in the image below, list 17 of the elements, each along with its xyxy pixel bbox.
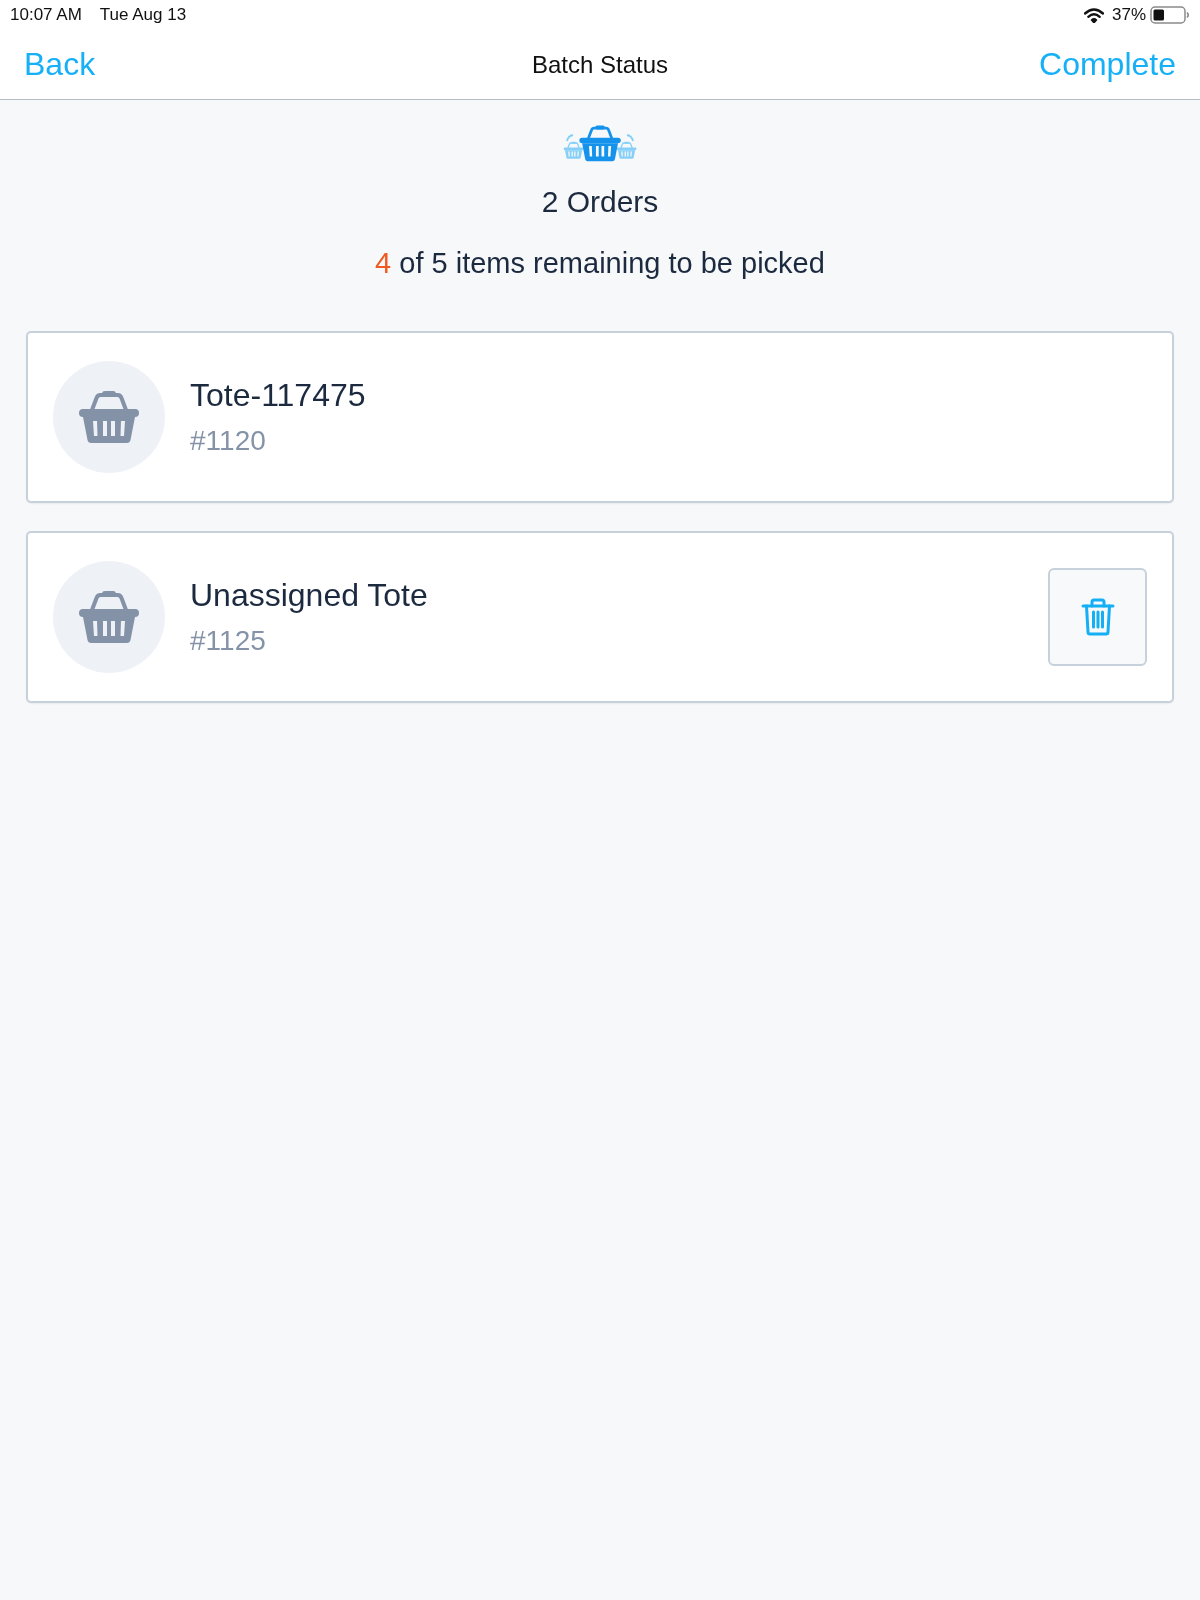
tote-card[interactable]: Unassigned Tote #1125 — [26, 530, 1174, 703]
battery-percent: 37% — [1111, 4, 1146, 27]
items-remaining-text: 4 of 5 items remaining to be picked — [375, 246, 825, 281]
order-number: #1120 — [190, 424, 267, 458]
delete-button[interactable] — [1048, 567, 1147, 666]
tote-name: Unassigned Tote — [190, 575, 429, 615]
order-number: #1125 — [190, 624, 267, 658]
orders-count: 2 Orders — [541, 184, 659, 220]
baskets-icon — [563, 124, 637, 164]
trash-icon — [1080, 597, 1115, 636]
wifi-icon — [1083, 7, 1104, 23]
battery-icon — [1150, 6, 1190, 24]
status-date: Tue Aug 13 — [99, 4, 187, 27]
tote-name: Tote-117475 — [190, 375, 367, 415]
tote-card[interactable]: Tote-117475 #1120 — [26, 330, 1174, 503]
page-title: Batch Status — [531, 49, 669, 80]
status-time: 10:07 AM — [10, 4, 82, 27]
